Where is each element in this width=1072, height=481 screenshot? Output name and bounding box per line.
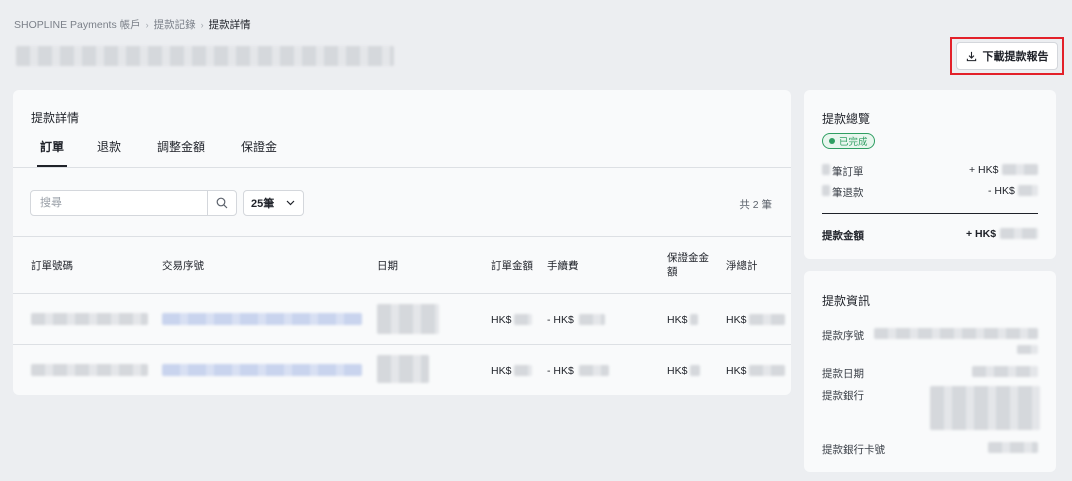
- count-redacted: [822, 185, 830, 196]
- net-total-cell: HK$: [726, 314, 747, 326]
- date-label: 提款日期: [822, 368, 864, 380]
- amount-redacted: [749, 365, 785, 376]
- order-amount-cell: HK$: [491, 314, 512, 326]
- status-dot-icon: [829, 138, 835, 144]
- chevron-down-icon: [286, 200, 295, 206]
- amount-redacted: [749, 314, 785, 325]
- summary-title: 提款總覽: [822, 112, 871, 126]
- deposit-cell: HK$: [667, 365, 688, 377]
- orders-label: 筆訂單: [832, 166, 864, 178]
- status-badge: 已完成: [822, 133, 875, 149]
- amount-redacted: [1018, 185, 1038, 196]
- column-header-deposit-amount: 保證金金額: [667, 252, 709, 278]
- breadcrumb-current: 提款詳情: [208, 19, 251, 31]
- date-value-redacted: [972, 366, 1038, 377]
- search-icon: [216, 197, 228, 209]
- search-button[interactable]: [207, 190, 237, 216]
- info-title: 提款資訊: [822, 294, 871, 308]
- tab-refunds[interactable]: 退款: [97, 138, 121, 167]
- order-amount-cell: HK$: [491, 365, 512, 377]
- date-redacted: [377, 355, 429, 383]
- bank-value-redacted: [930, 386, 1040, 430]
- card-number-label: 提款銀行卡號: [822, 444, 885, 456]
- chevron-right-icon: ›: [200, 19, 204, 30]
- tab-bar: 訂單 退款 調整金額 保證金: [13, 138, 791, 168]
- tab-orders[interactable]: 訂單: [37, 138, 67, 167]
- column-header-date: 日期: [377, 260, 398, 272]
- amount-redacted: [1002, 164, 1038, 175]
- total-count: 共 2 筆: [739, 199, 772, 211]
- summary-divider: [822, 213, 1038, 214]
- download-icon: [966, 51, 976, 61]
- amount-redacted: [690, 365, 700, 376]
- fee-cell: - HK$: [547, 365, 574, 377]
- card-title: 提款詳情: [31, 111, 80, 125]
- transaction-id-link[interactable]: [162, 313, 362, 325]
- column-header-fee: 手續費: [547, 260, 579, 272]
- download-report-button[interactable]: 下載提款報告: [956, 42, 1058, 70]
- breadcrumb-account-link[interactable]: SHOPLINE Payments 帳戶: [14, 17, 141, 32]
- search-input[interactable]: 搜尋: [30, 190, 208, 216]
- column-header-transaction-id: 交易序號: [162, 260, 204, 272]
- bank-label: 提款銀行: [822, 390, 864, 402]
- deposit-cell: HK$: [667, 314, 688, 326]
- total-value: + HK$: [966, 228, 997, 240]
- net-total-cell: HK$: [726, 365, 747, 377]
- serial-value-redacted: [1017, 345, 1038, 354]
- serial-label: 提款序號: [822, 330, 864, 342]
- breadcrumb: SHOPLINE Payments 帳戶 › 提款記錄 › 提款詳情: [14, 17, 251, 32]
- column-header-order-number: 訂單號碼: [31, 260, 73, 272]
- date-redacted: [377, 304, 439, 334]
- tab-adjustments[interactable]: 調整金額: [157, 138, 205, 167]
- card-number-redacted: [988, 442, 1038, 453]
- tab-deposit[interactable]: 保證金: [241, 138, 277, 167]
- refunds-label: 筆退款: [832, 187, 864, 199]
- amount-redacted: [579, 314, 605, 325]
- page-size-value: 25筆: [251, 198, 275, 210]
- column-header-net-total: 淨總計: [726, 260, 758, 272]
- order-number-redacted[interactable]: [31, 364, 148, 376]
- amount-redacted: [1000, 228, 1038, 239]
- page-size-select[interactable]: 25筆: [243, 190, 304, 216]
- amount-redacted: [514, 314, 532, 325]
- serial-value-redacted: [874, 328, 1038, 339]
- column-header-order-amount: 訂單金額: [491, 260, 533, 272]
- count-redacted: [822, 164, 830, 175]
- status-text: 已完成: [839, 137, 868, 148]
- amount-redacted: [579, 365, 609, 376]
- amount-redacted: [690, 314, 698, 325]
- page-title-redacted: [16, 46, 394, 66]
- total-label: 提款金額: [822, 230, 864, 242]
- order-number-redacted[interactable]: [31, 313, 148, 325]
- refunds-value: - HK$: [988, 185, 1015, 197]
- fee-cell: - HK$: [547, 314, 574, 326]
- transaction-id-link[interactable]: [162, 364, 362, 376]
- chevron-right-icon: ›: [145, 19, 149, 30]
- amount-redacted: [514, 365, 532, 376]
- table-top-divider: [13, 236, 791, 237]
- orders-value: + HK$: [969, 164, 999, 176]
- breadcrumb-withdrawals-link[interactable]: 提款記錄: [154, 17, 196, 32]
- download-report-label: 下載提款報告: [982, 51, 1049, 63]
